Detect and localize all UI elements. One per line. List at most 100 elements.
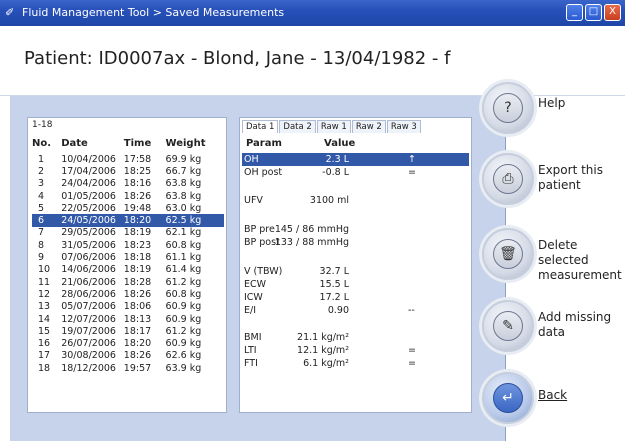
- data-row[interactable]: BMI 21.1 kg/m²: [242, 331, 469, 344]
- cell-weight: 61.1 kg: [165, 252, 202, 264]
- tab-raw-2[interactable]: Raw 2: [351, 120, 386, 133]
- back-arrow-icon: ↵: [493, 383, 523, 413]
- data-row[interactable]: FTI 6.1 kg/m² =: [242, 357, 469, 370]
- table-row[interactable]: 12 28/06/2006 18:26 60.8 kg: [32, 288, 224, 300]
- add-data-button[interactable]: ✎: [482, 300, 534, 352]
- cell-time: 18:17: [123, 325, 152, 337]
- data-row[interactable]: E/I 0.90 --: [242, 304, 469, 317]
- data-row[interactable]: V (TBW) 32.7 L: [242, 265, 469, 278]
- cell-no: 15: [38, 325, 51, 337]
- cell-weight: 63.8 kg: [165, 178, 202, 190]
- app-icon: ✐: [5, 6, 15, 19]
- tab-data-2[interactable]: Data 2: [279, 120, 316, 133]
- back-action[interactable]: ↵ Back: [482, 372, 625, 428]
- cell-no: 4: [38, 190, 45, 202]
- cell-weight: 60.8 kg: [165, 239, 202, 251]
- tab-raw-1[interactable]: Raw 1: [316, 120, 351, 133]
- cell-time: 18:25: [123, 165, 152, 177]
- data-row[interactable]: UFV 3100 ml: [242, 194, 469, 207]
- cell-time: 18:19: [123, 227, 152, 239]
- cell-weight: 66.7 kg: [165, 165, 202, 177]
- cell-date: 05/07/2006: [61, 301, 116, 313]
- table-row[interactable]: 18 18/12/2006 19:57 63.9 kg: [32, 362, 224, 374]
- cell-date: 10/04/2006: [61, 153, 116, 165]
- table-row[interactable]: 16 26/07/2006 18:20 60.9 kg: [32, 337, 224, 349]
- close-button[interactable]: X: [604, 4, 621, 21]
- table-row[interactable]: 1 10/04/2006 17:58 69.9 kg: [32, 153, 224, 165]
- table-row[interactable]: 5 22/05/2006 19:48 63.0 kg: [32, 202, 224, 214]
- maximize-button[interactable]: □: [585, 4, 602, 21]
- help-label[interactable]: Help: [538, 96, 625, 111]
- table-row[interactable]: 8 31/05/2006 18:23 60.8 kg: [32, 239, 224, 251]
- table-row[interactable]: 4 01/05/2006 18:26 63.8 kg: [32, 190, 224, 202]
- column-header-no: No.: [32, 138, 52, 149]
- add-data-action[interactable]: ✎ Add missing data: [482, 300, 625, 356]
- table-row[interactable]: 13 05/07/2006 18:06 60.9 kg: [32, 301, 224, 313]
- help-button[interactable]: ?: [482, 82, 534, 134]
- window-controls: _ □ X: [566, 4, 621, 21]
- param-value: 3100 ml: [309, 195, 349, 206]
- table-row[interactable]: 9 07/06/2006 18:18 61.1 kg: [32, 251, 224, 263]
- delete-label[interactable]: Delete selected measurement: [538, 238, 625, 283]
- back-button[interactable]: ↵: [482, 372, 534, 424]
- cell-no: 14: [38, 313, 51, 325]
- table-row[interactable]: 17 30/08/2006 18:26 62.6 kg: [32, 350, 224, 362]
- cell-date: 07/06/2006: [61, 252, 116, 264]
- data-row[interactable]: LTI 12.1 kg/m² =: [242, 344, 469, 357]
- cell-time: 18:26: [123, 350, 152, 362]
- data-row[interactable]: ECW 15.5 L: [242, 278, 469, 291]
- param-value: 133 / 88 mmHg: [274, 237, 349, 248]
- data-row[interactable]: OH post -0.8 L =: [242, 166, 469, 179]
- cell-date: 21/06/2006: [61, 276, 116, 288]
- cell-no: 17: [38, 350, 51, 362]
- table-row[interactable]: 6 24/05/2006 18:20 62.5 kg: [32, 214, 224, 227]
- cell-no: 16: [38, 338, 51, 350]
- param-name: BP pre: [244, 224, 275, 235]
- table-row[interactable]: 11 21/06/2006 18:28 61.2 kg: [32, 276, 224, 288]
- param-value: 0.90: [327, 305, 349, 316]
- patient-title: Patient: ID0007ax - Blond, Jane - 13/04/…: [24, 48, 451, 69]
- table-row[interactable]: 14 12/07/2006 18:13 60.9 kg: [32, 313, 224, 325]
- table-row[interactable]: 10 14/06/2006 18:19 61.4 kg: [32, 264, 224, 276]
- cell-date: 29/05/2006: [61, 227, 116, 239]
- cell-date: 24/05/2006: [61, 214, 124, 227]
- export-icon: ⎙: [493, 164, 523, 194]
- delete-button[interactable]: 🗑: [482, 228, 534, 280]
- tab-data-1[interactable]: Data 1: [242, 120, 279, 133]
- cell-no: 10: [38, 264, 51, 276]
- cell-weight: 60.8 kg: [165, 288, 202, 300]
- param-name: UFV: [244, 195, 263, 206]
- cell-time: 18:18: [123, 252, 152, 264]
- data-panel: Data 1 Data 2 Raw 1 Raw 2 Raw 3 Param Va…: [239, 117, 472, 413]
- cell-weight: 69.9 kg: [165, 153, 202, 165]
- help-action[interactable]: ? Help: [482, 82, 625, 138]
- param-name: ICW: [244, 292, 263, 303]
- export-label[interactable]: Export this patient: [538, 163, 625, 193]
- data-row[interactable]: OH 2.3 L ↑: [242, 153, 469, 166]
- table-row[interactable]: 2 17/04/2006 18:25 66.7 kg: [32, 165, 224, 177]
- data-row[interactable]: ICW 17.2 L: [242, 291, 469, 304]
- table-row[interactable]: 15 19/07/2006 18:17 61.2 kg: [32, 325, 224, 337]
- minimize-button[interactable]: _: [566, 4, 583, 21]
- range-tab[interactable]: 1-18: [32, 120, 52, 130]
- back-label[interactable]: Back: [538, 388, 625, 403]
- param-value: -0.8 L: [322, 167, 349, 178]
- tab-raw-3[interactable]: Raw 3: [386, 120, 421, 133]
- table-row[interactable]: 7 29/05/2006 18:19 62.1 kg: [32, 227, 224, 239]
- cell-time: 18:26: [123, 288, 152, 300]
- cell-time: 18:20: [123, 214, 166, 227]
- cell-time: 18:06: [123, 301, 152, 313]
- add-data-label[interactable]: Add missing data: [538, 310, 625, 340]
- cell-time: 18:16: [123, 178, 152, 190]
- data-row[interactable]: BP post 133 / 88 mmHg: [242, 236, 469, 249]
- cell-no: 13: [38, 301, 51, 313]
- export-button[interactable]: ⎙: [482, 153, 534, 205]
- cell-no: 6: [32, 214, 62, 227]
- data-row[interactable]: BP pre 145 / 86 mmHg: [242, 223, 469, 236]
- cell-no: 2: [38, 165, 45, 177]
- delete-action[interactable]: 🗑 Delete selected measurement: [482, 228, 625, 284]
- table-row[interactable]: 3 24/04/2006 18:16 63.8 kg: [32, 178, 224, 190]
- cell-date: 26/07/2006: [61, 338, 116, 350]
- export-action[interactable]: ⎙ Export this patient: [482, 153, 625, 209]
- cell-weight: 61.2 kg: [165, 325, 202, 337]
